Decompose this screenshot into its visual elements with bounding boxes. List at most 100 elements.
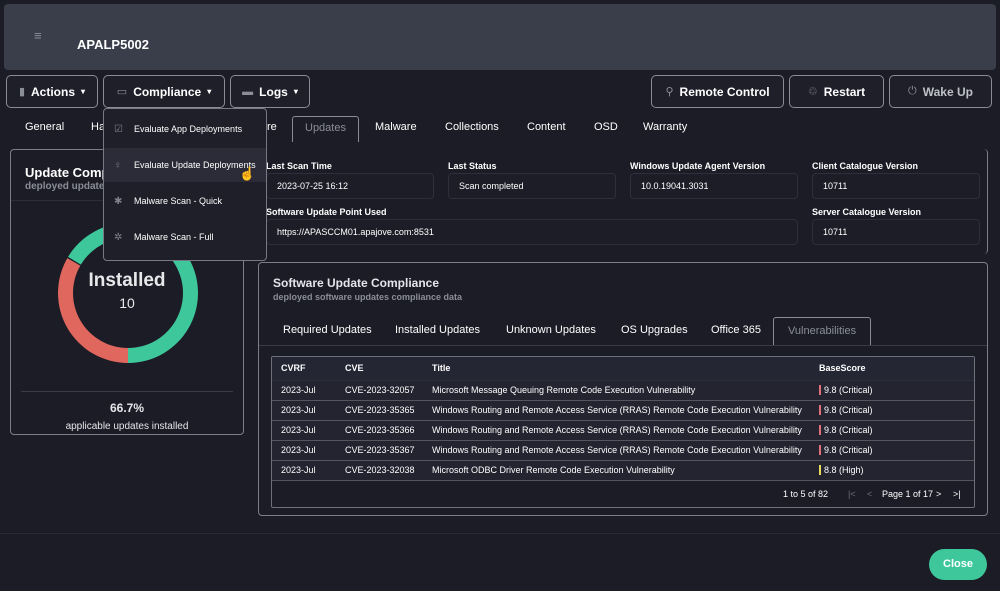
- column-header-basescore[interactable]: BaseScore: [810, 357, 974, 381]
- cell-cvrf: 2023-Jul: [272, 420, 336, 441]
- tab-required-updates[interactable]: Required Updates: [283, 317, 372, 345]
- menu-item-evaluate-app-deployments[interactable]: ☑ Evaluate App Deployments: [104, 112, 266, 146]
- donut-center-label: Installed: [88, 270, 166, 291]
- last-scan-time-label: Last Scan Time: [266, 161, 332, 171]
- first-page-icon[interactable]: |<: [848, 489, 856, 499]
- table-row[interactable]: 2023-Jul CVE-2023-35366 Windows Routing an…: [272, 420, 974, 441]
- basescore-badge: 9.8 (Critical): [819, 405, 873, 415]
- tab-general[interactable]: General: [25, 116, 64, 142]
- actions-label: Actions: [31, 84, 76, 99]
- menu-item-label: Evaluate Update Deployments: [134, 160, 256, 170]
- tab-malware[interactable]: Malware: [375, 116, 417, 142]
- mouse-pointer-icon: ☝: [239, 166, 256, 181]
- remote-control-label: Remote Control: [679, 84, 770, 99]
- cell-cvrf: 2023-Jul: [272, 380, 336, 401]
- donut-center-value: 10: [119, 295, 135, 311]
- bug-icon: ✱: [114, 195, 123, 207]
- cell-basescore: 9.8 (Critical): [810, 380, 974, 401]
- sup-field: https://APASCCM01.apajove.com:8531: [266, 219, 798, 245]
- client-catalogue-field: 10711: [812, 173, 980, 199]
- logs-label: Logs: [259, 84, 288, 99]
- tab-unknown-updates[interactable]: Unknown Updates: [506, 317, 596, 345]
- divider: [21, 391, 233, 392]
- monitor-icon: ▭: [116, 86, 128, 98]
- table-header-row: CVRF CVE Title BaseScore: [272, 357, 974, 381]
- menu-item-label: Malware Scan - Full: [134, 232, 214, 242]
- close-button[interactable]: Close: [929, 549, 987, 580]
- menu-item-malware-scan-full[interactable]: ✲ Malware Scan - Full: [104, 220, 266, 254]
- cell-cve: CVE-2023-35366: [336, 420, 423, 441]
- server-catalogue-label: Server Catalogue Version: [812, 207, 922, 217]
- caret-down-icon: ▾: [207, 87, 212, 96]
- tab-content[interactable]: Content: [527, 116, 566, 142]
- compliance-button[interactable]: ▭ Compliance ▾: [103, 75, 225, 108]
- restart-label: Restart: [823, 84, 866, 99]
- table-row[interactable]: 2023-Jul CVE-2023-32057 Microsoft Message …: [272, 380, 974, 401]
- restart-button[interactable]: ♲ Restart: [789, 75, 884, 108]
- tab-software[interactable]: re: [267, 116, 277, 142]
- last-page-icon[interactable]: >|: [953, 489, 961, 499]
- page-indicator: Page 1 of 17: [882, 489, 934, 499]
- basescore-badge: 8.8 (High): [819, 465, 864, 475]
- logs-button[interactable]: ▬ Logs ▾: [230, 75, 310, 108]
- tab-updates[interactable]: Updates: [292, 116, 359, 142]
- table-row[interactable]: 2023-Jul CVE-2023-35367 Windows Routing an…: [272, 440, 974, 461]
- card-title: Update Comp: [25, 165, 110, 180]
- wake-up-label: Wake Up: [922, 84, 973, 99]
- caret-down-icon: ▾: [293, 87, 298, 96]
- prev-page-icon[interactable]: <: [867, 489, 872, 499]
- section-subtitle: deployed software updates compliance dat…: [273, 292, 463, 302]
- tab-os-upgrades[interactable]: OS Upgrades: [621, 317, 688, 345]
- column-header-cvrf[interactable]: CVRF: [272, 357, 336, 381]
- server-catalogue-field: 10711: [812, 219, 980, 245]
- cell-title: Windows Routing and Remote Access Servic…: [423, 400, 810, 421]
- wake-up-button[interactable]: ⏻ Wake Up: [889, 75, 992, 108]
- bug-outline-icon: ✲: [114, 231, 123, 243]
- column-header-cve[interactable]: CVE: [336, 357, 423, 381]
- tab-osd[interactable]: OSD: [594, 116, 618, 142]
- cell-cvrf: 2023-Jul: [272, 440, 336, 461]
- power-icon: ⏻: [908, 85, 917, 97]
- checkbox-icon: ☑: [114, 123, 123, 135]
- menu-item-malware-scan-quick[interactable]: ✱ Malware Scan - Quick: [104, 184, 266, 218]
- clipboard-icon: ▮: [18, 86, 26, 98]
- cell-title: Microsoft ODBC Driver Remote Code Execut…: [423, 460, 810, 481]
- header-bar: ≡ APALP5002: [4, 4, 996, 70]
- cell-cve: CVE-2023-32057: [336, 380, 423, 401]
- menu-item-label: Malware Scan - Quick: [134, 196, 223, 206]
- hamburger-icon[interactable]: ≡: [34, 28, 42, 43]
- device-title: APALP5002: [77, 37, 150, 52]
- menu-item-label: Evaluate App Deployments: [134, 124, 243, 134]
- table-row[interactable]: 2023-Jul CVE-2023-35365 Windows Routing an…: [272, 400, 974, 421]
- next-page-icon[interactable]: >: [936, 489, 941, 499]
- cell-cve: CVE-2023-32038: [336, 460, 423, 481]
- tab-collections[interactable]: Collections: [445, 116, 499, 142]
- table-row[interactable]: 2023-Jul CVE-2023-32038 Microsoft ODBC Dri…: [272, 460, 974, 481]
- cell-cve: CVE-2023-35365: [336, 400, 423, 421]
- tab-installed-updates[interactable]: Installed Updates: [395, 317, 480, 345]
- vulnerabilities-table: CVRF CVE Title BaseScore 2023-Jul CVE-202…: [272, 357, 974, 481]
- actions-button[interactable]: ▮ Actions ▾: [6, 75, 98, 108]
- client-catalogue-label: Client Catalogue Version: [812, 161, 919, 171]
- basescore-badge: 9.8 (Critical): [819, 425, 873, 435]
- tab-office-365[interactable]: Office 365: [711, 317, 761, 345]
- cell-title: Windows Routing and Remote Access Servic…: [423, 440, 810, 461]
- column-header-title[interactable]: Title: [423, 357, 810, 381]
- cell-basescore: 9.8 (Critical): [810, 420, 974, 441]
- compliance-dropdown-menu: ☑ Evaluate App Deployments ♀ Evaluate Upda…: [103, 108, 267, 261]
- card-subtitle: deployed update: [25, 181, 105, 192]
- cell-cvrf: 2023-Jul: [272, 460, 336, 481]
- installed-caption: applicable updates installed: [65, 421, 189, 432]
- remote-control-button[interactable]: ⚲ Remote Control: [651, 75, 784, 108]
- cell-basescore: 9.8 (Critical): [810, 440, 974, 461]
- tab-warranty[interactable]: Warranty: [643, 116, 687, 142]
- agent-version-field: 10.0.19041.3031: [630, 173, 798, 199]
- cell-basescore: 8.8 (High): [810, 460, 974, 481]
- last-status-label: Last Status: [448, 161, 497, 171]
- basescore-badge: 9.8 (Critical): [819, 445, 873, 455]
- sup-label: Software Update Point Used: [266, 207, 387, 217]
- cell-cvrf: 2023-Jul: [272, 400, 336, 421]
- tab-vulnerabilities[interactable]: Vulnerabilities: [773, 317, 872, 345]
- pager-range: 1 to 5 of 82: [783, 489, 829, 499]
- last-scan-time-field: 2023-07-25 16:12: [266, 173, 434, 199]
